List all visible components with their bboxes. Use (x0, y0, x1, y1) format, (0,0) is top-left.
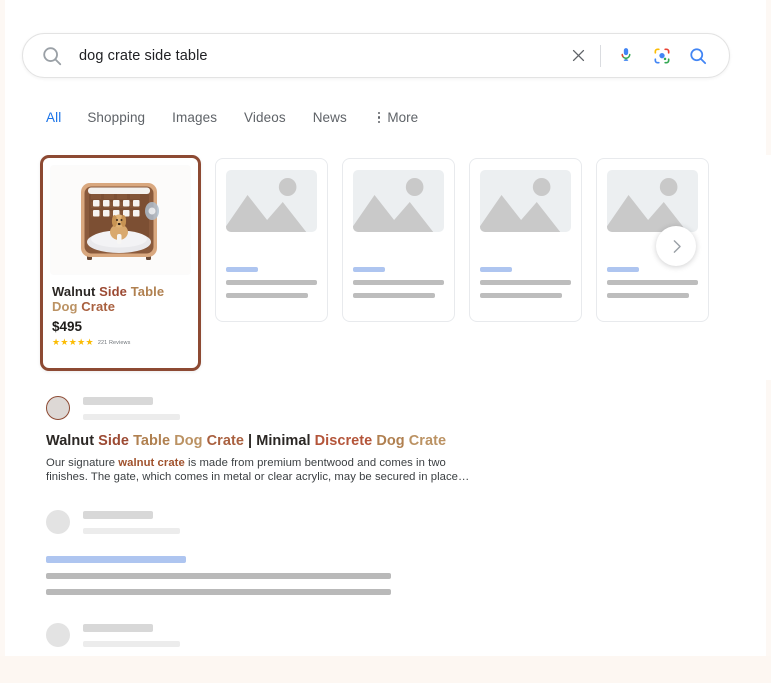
result-title-part-6: | (248, 433, 256, 449)
result-header (46, 621, 746, 647)
result-meta-placeholder (83, 621, 180, 647)
search-divider (600, 45, 601, 67)
carousel-track: Walnut Side Table Dog Crate $495 ★★★★★ 2… (40, 155, 709, 371)
skeleton-result-snippet (46, 589, 391, 595)
result-meta-placeholder (83, 508, 180, 534)
image-placeholder-icon (607, 170, 698, 232)
favicon (46, 396, 70, 420)
result-title-part-3: Table (133, 433, 174, 449)
skeleton-line-blue (226, 267, 258, 272)
image-placeholder-icon (226, 170, 317, 232)
search-input[interactable] (79, 48, 565, 64)
featured-product-card[interactable]: Walnut Side Table Dog Crate $495 ★★★★★ 2… (40, 155, 201, 371)
result-title-part-5: Crate (207, 433, 248, 449)
tab-images[interactable]: Images (172, 110, 232, 125)
skeleton-line-grey (226, 293, 308, 298)
mountain-icon (226, 170, 317, 232)
more-label: More (387, 110, 418, 125)
result-header (46, 508, 746, 534)
featured-product-price: $495 (50, 319, 191, 334)
vertical-dots-icon (378, 112, 381, 124)
search-icon (41, 45, 63, 67)
title-part-4: Dog (52, 299, 81, 314)
skeleton-line-grey (607, 293, 689, 298)
result-title[interactable]: Walnut Side Table Dog Crate | Minimal Di… (46, 432, 746, 450)
placeholder-card[interactable] (215, 158, 328, 322)
placeholder-card[interactable] (342, 158, 455, 322)
featured-product-rating: ★★★★★ 221 Reviews (50, 338, 191, 347)
result-title-part-10: Crate (409, 433, 446, 449)
search-results-page: All Shopping Images Videos News More (0, 0, 771, 683)
result-title-part-8: Discrete (315, 433, 377, 449)
mountain-icon (480, 170, 571, 232)
result-title-part-7: Minimal (256, 433, 314, 449)
skeleton-line-grey (607, 280, 698, 285)
snippet-highlight: walnut crate (118, 457, 185, 469)
review-count-label: 221 Reviews (98, 340, 131, 346)
submit-search-icon[interactable] (685, 43, 711, 69)
tab-shopping[interactable]: Shopping (87, 110, 160, 125)
skeleton-result-snippet (46, 573, 391, 579)
skeleton-line-blue (480, 267, 512, 272)
skeleton-line-grey (226, 280, 317, 285)
favicon (46, 510, 70, 534)
featured-product-title: Walnut Side Table Dog Crate (50, 284, 191, 314)
search-tabs: All Shopping Images Videos News More (46, 110, 418, 125)
product-image (50, 165, 191, 275)
skeleton-line-grey (353, 293, 435, 298)
search-result-1[interactable]: Walnut Side Table Dog Crate | Minimal Di… (46, 394, 746, 484)
favicon (46, 623, 70, 647)
result-meta-placeholder (83, 394, 180, 420)
skeleton-line-grey (353, 280, 444, 285)
dog-crate-illustration (51, 166, 191, 274)
image-placeholder-icon (353, 170, 444, 232)
result-title-part-1: Walnut (46, 433, 98, 449)
snippet-pre: Our signature (46, 457, 118, 469)
mountain-icon (607, 170, 698, 232)
skeleton-site-url (83, 641, 180, 647)
result-title-part-9: Dog (376, 433, 408, 449)
result-header (46, 394, 746, 420)
bottom-band (0, 656, 771, 683)
clear-search-icon[interactable] (565, 43, 591, 69)
skeleton-line-blue (607, 267, 639, 272)
title-part-5: Crate (81, 299, 115, 314)
skeleton-site-name (83, 511, 153, 519)
microphone-icon[interactable] (613, 43, 639, 69)
placeholder-card[interactable] (469, 158, 582, 322)
title-part-1: Walnut (52, 284, 99, 299)
skeleton-line-blue (353, 267, 385, 272)
product-carousel: Walnut Side Table Dog Crate $495 ★★★★★ 2… (0, 155, 771, 380)
skeleton-result-title (46, 556, 186, 563)
search-bar[interactable] (22, 33, 730, 78)
result-title-part-2: Side (98, 433, 133, 449)
google-lens-icon[interactable] (649, 43, 675, 69)
tab-news[interactable]: News (313, 110, 362, 125)
chevron-right-icon (668, 238, 685, 255)
search-result-2[interactable] (46, 508, 746, 595)
skeleton-site-url (83, 414, 180, 420)
result-snippet: Our signature walnut crate is made from … (46, 456, 478, 484)
mountain-icon (353, 170, 444, 232)
title-part-2: Side (99, 284, 131, 299)
tab-all[interactable]: All (46, 110, 75, 125)
organic-results: Walnut Side Table Dog Crate | Minimal Di… (46, 394, 746, 683)
carousel-next-button[interactable] (656, 226, 696, 266)
skeleton-site-name (83, 397, 153, 405)
skeleton-site-name (83, 624, 153, 632)
skeleton-line-grey (480, 293, 562, 298)
tab-videos[interactable]: Videos (244, 110, 301, 125)
title-part-3: Table (131, 284, 165, 299)
skeleton-line-grey (480, 280, 571, 285)
image-placeholder-icon (480, 170, 571, 232)
result-title-part-4: Dog (174, 433, 206, 449)
star-rating-icon: ★★★★★ (52, 338, 94, 347)
more-filters-button[interactable]: More (378, 110, 418, 125)
carousel-fade-overlay (717, 155, 771, 380)
skeleton-site-url (83, 528, 180, 534)
